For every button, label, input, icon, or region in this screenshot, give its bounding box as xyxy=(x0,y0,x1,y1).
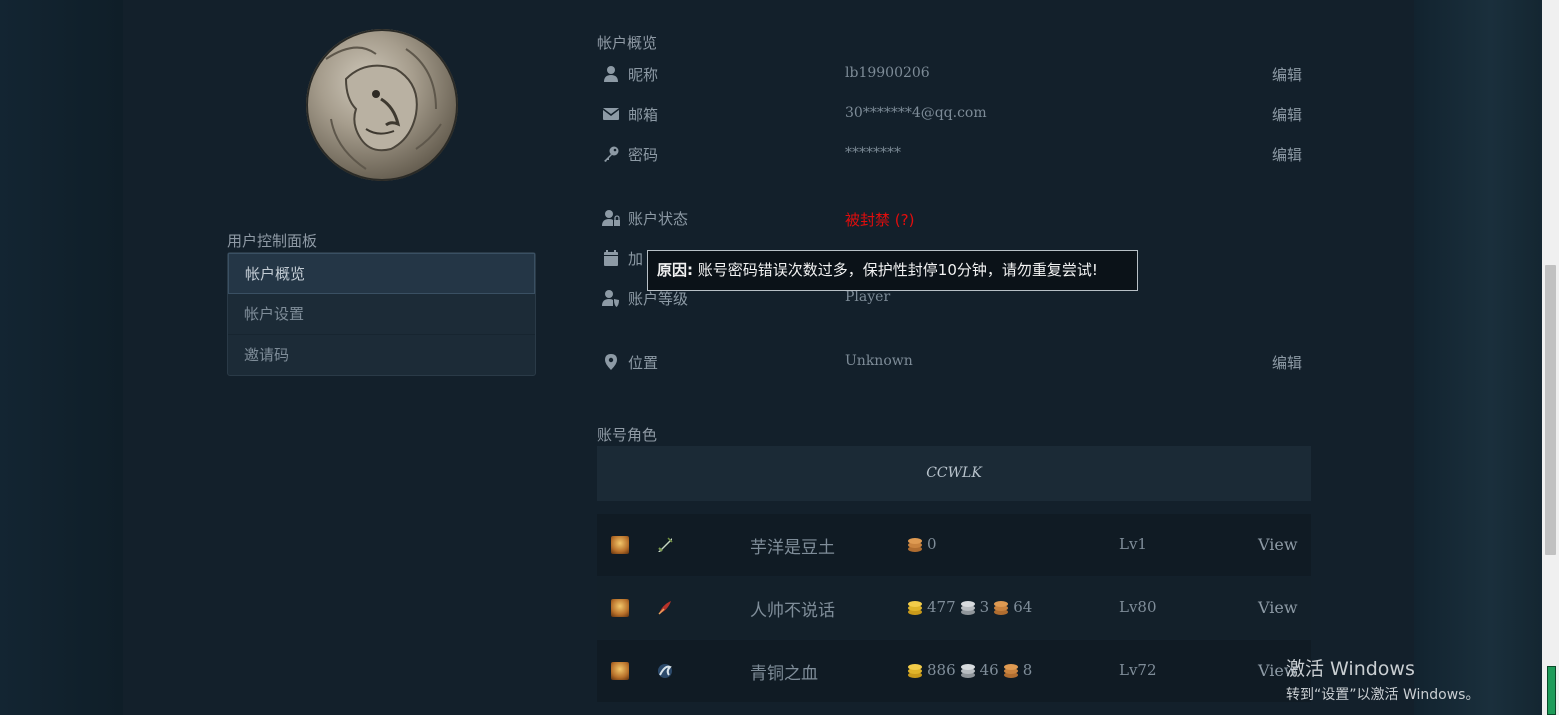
ban-reason-tooltip: 原因: 账号密码错误次数过多，保护性封停10分钟，请勿重复尝试! xyxy=(647,250,1138,291)
location-edit-link[interactable]: 编辑 xyxy=(1272,352,1302,373)
character-level: Lv1 xyxy=(1119,535,1147,553)
character-money: 886 46 8 xyxy=(906,661,1032,679)
status-row: 账户状态 被封禁 (?) xyxy=(602,206,1312,230)
nickname-edit-link[interactable]: 编辑 xyxy=(1272,64,1302,85)
sidebar-title: 用户控制面板 xyxy=(227,232,318,250)
activation-subtitle: 转到“设置”以激活 Windows。 xyxy=(1286,687,1480,703)
warrior-class-icon xyxy=(658,601,671,615)
copper-amount: 8 xyxy=(1022,661,1033,679)
shaman-class-icon xyxy=(658,664,672,678)
password-value: ******** xyxy=(845,145,901,161)
nickname-label: 昵称 xyxy=(628,66,659,84)
rogue-class-icon xyxy=(658,537,673,552)
loading-indicator xyxy=(1547,666,1556,715)
background-left xyxy=(0,0,123,715)
location-value: Unknown xyxy=(845,353,913,369)
joined-label: 加 xyxy=(628,250,644,268)
race-icon xyxy=(611,662,629,680)
sidebar-menu: 帐户概览 帐户设置 邀请码 xyxy=(227,252,536,376)
tooltip-prefix: 原因: xyxy=(657,261,693,279)
map-pin-icon xyxy=(605,354,617,370)
race-icon xyxy=(611,536,629,554)
character-level: Lv72 xyxy=(1119,661,1157,679)
sidebar-item-invite-code[interactable]: 邀请码 xyxy=(228,335,535,376)
user-shield-icon xyxy=(602,290,619,307)
copper-amount: 64 xyxy=(1013,598,1033,616)
character-row[interactable]: 青铜之血 886 46 8 Lv72 View xyxy=(597,640,1311,702)
email-value: 30*******4@qq.com xyxy=(845,105,987,121)
location-row: 位置 Unknown 编辑 xyxy=(602,350,1312,374)
character-money: 0 xyxy=(906,535,937,553)
character-name: 芋洋是豆土 xyxy=(750,538,835,558)
level-label: 账户等级 xyxy=(628,290,689,308)
password-label: 密码 xyxy=(628,146,659,164)
character-level: Lv80 xyxy=(1119,598,1157,616)
background-right xyxy=(1414,0,1542,715)
nickname-row: 昵称 lb19900206 编辑 xyxy=(602,62,1312,86)
email-edit-link[interactable]: 编辑 xyxy=(1272,104,1302,125)
copper-coin-icon xyxy=(908,538,922,552)
gold-amount: 477 xyxy=(927,598,956,616)
status-label: 账户状态 xyxy=(628,210,689,228)
level-value: Player xyxy=(845,289,891,305)
calendar-icon xyxy=(604,250,618,266)
silver-coin-icon xyxy=(960,601,975,615)
windows-activation-watermark: 激活 Windows 转到“设置”以激活 Windows。 xyxy=(1286,654,1479,704)
view-character-link[interactable]: View xyxy=(1258,535,1298,554)
copper-coin-icon xyxy=(1003,664,1018,678)
sidebar-item-account-overview[interactable]: 帐户概览 xyxy=(228,253,535,294)
scrollbar-thumb[interactable] xyxy=(1545,265,1556,555)
email-label: 邮箱 xyxy=(628,106,659,124)
gold-coin-icon xyxy=(908,664,922,678)
password-edit-link[interactable]: 编辑 xyxy=(1272,144,1302,165)
activation-title: 激活 Windows xyxy=(1286,658,1415,680)
character-row[interactable]: 人帅不说话 477 3 64 Lv80 View xyxy=(597,577,1311,639)
character-money: 477 3 64 xyxy=(906,598,1032,616)
email-row: 邮箱 30*******4@qq.com 编辑 xyxy=(602,102,1312,126)
avatar-portrait-icon xyxy=(325,46,442,170)
user-lock-icon xyxy=(602,210,620,226)
avatar[interactable] xyxy=(306,29,458,181)
race-icon xyxy=(611,599,629,617)
location-label: 位置 xyxy=(628,354,659,372)
character-name: 人帅不说话 xyxy=(750,601,835,621)
user-icon xyxy=(604,66,618,82)
copper-coin-icon xyxy=(994,601,1009,615)
silver-coin-icon xyxy=(960,664,975,678)
view-character-link[interactable]: View xyxy=(1258,598,1298,617)
characters-title: 账号角色 xyxy=(597,426,658,444)
envelope-icon xyxy=(602,108,620,120)
silver-amount: 3 xyxy=(979,598,990,616)
gold-amount: 0 xyxy=(927,535,937,553)
character-row[interactable]: 芋洋是豆土 0 Lv1 View xyxy=(597,514,1311,576)
status-banned-value[interactable]: 被封禁 (?) xyxy=(845,209,914,230)
password-row: 密码 ******** 编辑 xyxy=(602,142,1312,166)
sidebar-item-account-settings[interactable]: 帐户设置 xyxy=(228,294,535,335)
overview-title: 帐户概览 xyxy=(597,34,658,52)
nickname-value: lb19900206 xyxy=(845,65,930,81)
key-icon xyxy=(604,146,619,162)
realm-header: CCWLK xyxy=(597,446,1311,501)
tooltip-text: 账号密码错误次数过多，保护性封停10分钟，请勿重复尝试! xyxy=(693,261,1098,279)
silver-amount: 46 xyxy=(979,661,999,679)
gold-coin-icon xyxy=(908,601,922,615)
character-name: 青铜之血 xyxy=(750,664,818,684)
gold-amount: 886 xyxy=(927,661,956,679)
